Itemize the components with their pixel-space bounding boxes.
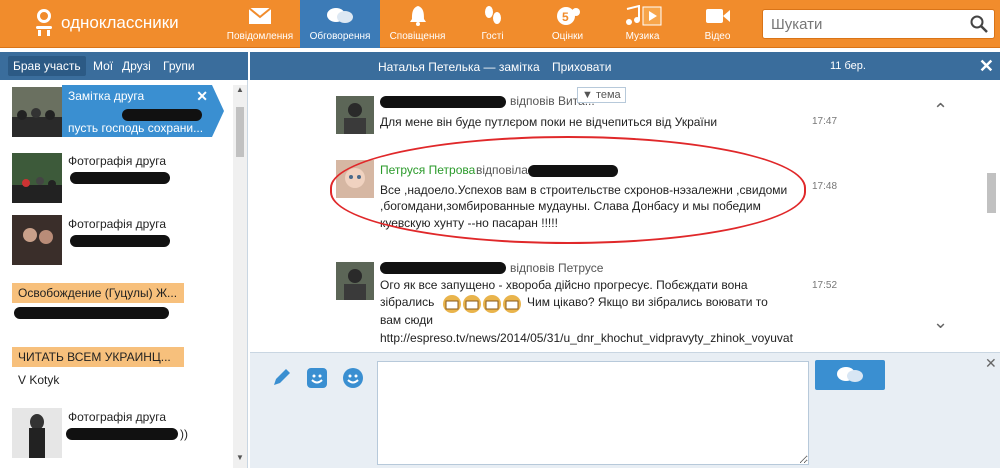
discussions-icon (326, 5, 354, 27)
nav-music[interactable]: Музика (605, 0, 680, 48)
chat-scrollbar[interactable] (985, 85, 998, 350)
photo-thumbnail (12, 87, 62, 137)
tab-mine[interactable]: Мої (93, 59, 113, 73)
nav-guests[interactable]: Гості (455, 0, 530, 48)
chevron-down-icon[interactable]: ⌄ (933, 312, 948, 333)
close-icon[interactable]: ✕ (979, 56, 994, 77)
svg-text:5: 5 (562, 10, 569, 24)
nav-discussions[interactable]: Обговорення (300, 0, 380, 48)
avatar[interactable] (336, 96, 374, 134)
list-item-note[interactable]: ЧИТАТЬ ВСЕМ УКРАИНЦ... (12, 347, 184, 367)
nav-video[interactable]: Відео (680, 0, 755, 48)
photo-thumbnail (12, 215, 62, 265)
footprints-icon (482, 5, 504, 27)
list-item-note[interactable]: Освобождение (Гуцулы) Ж... (12, 283, 184, 303)
music-icon (623, 5, 663, 27)
top-bar: одноклассники Повідомлення Обговорення С… (0, 0, 1000, 48)
search-input[interactable] (771, 15, 961, 33)
nav-ratings[interactable]: 5 Оцінки (530, 0, 605, 48)
send-icon (837, 367, 863, 382)
video-icon (705, 5, 731, 27)
ok-logo-icon (34, 9, 54, 37)
scroll-down-icon[interactable]: ▼ (236, 453, 244, 462)
avatar[interactable] (336, 262, 374, 300)
logo-text: одноклассники (61, 13, 179, 32)
discussion-title[interactable]: Наталья Петелька — замітка (378, 60, 540, 74)
emoji-picker-icon[interactable] (342, 367, 364, 392)
redaction (70, 235, 170, 247)
nav-notifications[interactable]: Сповіщення (380, 0, 455, 48)
tab-participated[interactable]: Брав участь (8, 56, 86, 76)
nav-messages[interactable]: Повідомлення (220, 0, 300, 48)
list-scrollbar[interactable]: ▲ ▼ (233, 85, 247, 468)
redaction (66, 428, 178, 440)
close-icon[interactable]: ✕ (985, 355, 997, 372)
selection-arrow (212, 85, 224, 137)
redaction (122, 109, 202, 121)
left-tabs: Брав участь Мої Друзі Групи (0, 52, 248, 80)
photo-thumbnail (12, 408, 62, 458)
message-input[interactable] (377, 361, 809, 465)
discussion-header: Наталья Петелька — замітка Приховати 11 … (250, 52, 1000, 80)
tema-badge[interactable]: ▼ тема (577, 87, 626, 103)
tab-friends[interactable]: Друзі (122, 59, 151, 73)
discussion-date: 11 бер. (830, 60, 866, 72)
envelope-icon (248, 5, 272, 27)
send-button[interactable] (815, 360, 885, 390)
scroll-thumb[interactable] (987, 173, 996, 213)
redaction (70, 172, 170, 184)
scroll-thumb[interactable] (236, 107, 244, 157)
emoji-icon (443, 295, 521, 313)
ratings-icon: 5 (555, 5, 581, 27)
hide-link[interactable]: Приховати (552, 60, 611, 74)
logo[interactable]: одноклассники (34, 9, 179, 37)
photo-thumbnail (12, 153, 62, 203)
scroll-up-icon[interactable]: ▲ (236, 85, 244, 94)
composer: ✕ (250, 352, 1000, 468)
redaction (380, 262, 506, 274)
highlight-circle (330, 136, 806, 244)
close-icon[interactable]: ✕ (196, 88, 208, 105)
smiley-icon[interactable] (306, 367, 328, 392)
tab-groups[interactable]: Групи (163, 59, 195, 73)
pencil-icon[interactable] (270, 367, 292, 392)
selected-item-card[interactable]: Замітка друга ✕ пусть господь сохрани... (62, 85, 212, 137)
search-icon[interactable] (970, 15, 988, 36)
search-box (762, 9, 995, 39)
main-nav: Повідомлення Обговорення Сповіщення Гост… (220, 0, 755, 48)
redaction (14, 307, 169, 319)
chevron-up-icon[interactable]: ⌃ (933, 100, 948, 121)
bell-icon (408, 5, 428, 27)
redaction (380, 96, 506, 108)
news-link[interactable]: http://espreso.tv/news/2014/05/31/u_dnr_… (380, 328, 793, 348)
